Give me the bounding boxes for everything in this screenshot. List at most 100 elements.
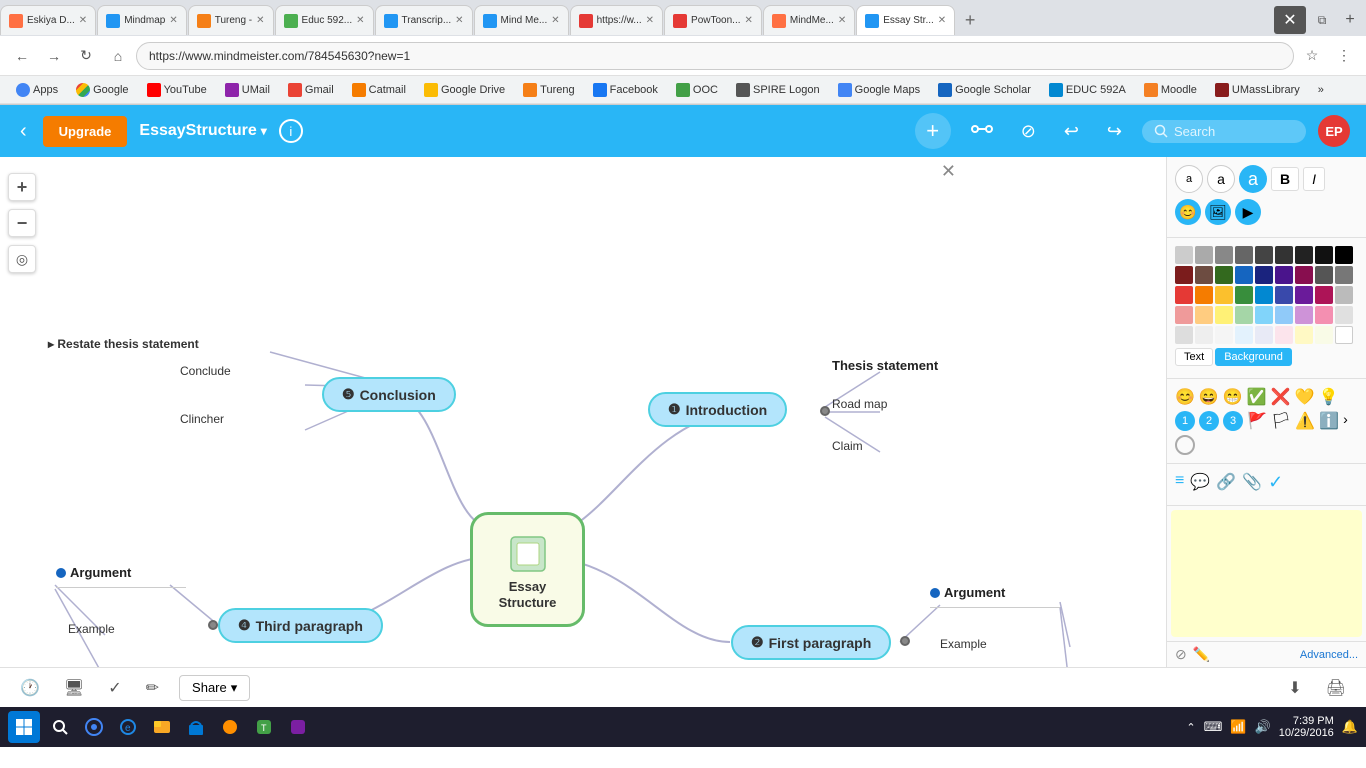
taskbar-search-button[interactable] [46,713,74,741]
color-swatch[interactable] [1275,326,1293,344]
color-swatch[interactable] [1295,266,1313,284]
add-node-button[interactable]: + [915,113,951,149]
emoji-smile[interactable]: 😊 [1175,387,1195,407]
emoji-heart[interactable]: 💛 [1295,387,1315,407]
upgrade-button[interactable]: Upgrade [43,116,128,147]
start-button[interactable] [8,711,40,743]
tray-network[interactable]: 📶 [1230,719,1246,735]
color-swatch[interactable] [1315,326,1333,344]
color-swatch[interactable] [1295,306,1313,324]
emoji-info[interactable]: ℹ️ [1319,411,1339,431]
taskbar-explorer-icon[interactable] [148,713,176,741]
color-swatch[interactable] [1335,326,1353,344]
block-icon[interactable]: ⊘ [1013,117,1044,146]
back-button[interactable]: ← [8,42,36,70]
color-swatch[interactable] [1315,246,1333,264]
emoji-flag[interactable]: 🚩 [1247,411,1267,431]
color-swatch[interactable] [1235,286,1253,304]
background-tab[interactable]: Background [1215,348,1292,366]
color-swatch[interactable] [1275,286,1293,304]
sidebar-back-button[interactable]: ‹ [16,116,31,147]
tray-notification[interactable]: 🔔 [1342,719,1358,735]
color-swatch[interactable] [1335,286,1353,304]
italic-button[interactable]: I [1303,167,1325,191]
note-list-icon[interactable]: ≡ [1175,472,1184,493]
zoom-in-button[interactable]: + [8,173,36,201]
forward-button[interactable]: → [40,42,68,70]
color-swatch[interactable] [1255,266,1273,284]
color-swatch[interactable] [1175,286,1193,304]
color-swatch[interactable] [1215,286,1233,304]
color-swatch[interactable] [1255,306,1273,324]
tab-mindmap[interactable]: Mindmap ✕ [97,5,187,35]
conclusion-node[interactable]: ❺ Conclusion [322,377,456,412]
color-swatch[interactable] [1295,246,1313,264]
color-swatch[interactable] [1295,326,1313,344]
home-button[interactable]: ⌂ [104,42,132,70]
tray-keyboard[interactable]: ⌨ [1204,719,1223,735]
emoji-1[interactable]: 1 [1175,411,1195,431]
app-title[interactable]: EssayStructure ▾ [139,122,266,140]
tab-https[interactable]: https://w... ✕ [570,5,663,35]
bookmark-educ[interactable]: EDUC 592A [1041,81,1134,99]
taskbar-store-icon[interactable] [182,713,210,741]
emoji-bulb[interactable]: 💡 [1319,387,1339,407]
undo-button[interactable]: ↩ [1056,117,1087,146]
tab-mindme2[interactable]: MindMe... ✕ [763,5,855,35]
bookmark-moodle[interactable]: Moodle [1136,81,1205,99]
emoji-empty[interactable] [1175,435,1195,455]
color-swatch[interactable] [1215,266,1233,284]
color-swatch[interactable] [1315,286,1333,304]
info-button[interactable]: i [279,119,303,143]
emoji-2[interactable]: 2 [1199,411,1219,431]
pen-button[interactable]: ✏ [142,674,163,702]
color-swatch[interactable] [1215,326,1233,344]
emoji-3[interactable]: 3 [1223,411,1243,431]
note-check-icon[interactable]: ✓ [1268,472,1283,493]
tray-volume[interactable]: 🔊 [1255,719,1271,735]
reload-button[interactable]: ↻ [72,42,100,70]
third-paragraph-node[interactable]: ❹ Third paragraph [218,608,383,643]
video-icon-btn[interactable]: ▶ [1235,199,1261,225]
bookmark-youtube[interactable]: YouTube [139,81,215,99]
color-swatch[interactable] [1295,286,1313,304]
color-swatch[interactable] [1175,326,1193,344]
delete-note-icon[interactable]: ⊘ [1175,646,1187,663]
bookmark-umail[interactable]: UMail [217,81,278,99]
color-swatch[interactable] [1335,306,1353,324]
emoji-more[interactable]: › [1343,411,1348,431]
tab-mindme[interactable]: Mind Me... ✕ [474,5,569,35]
color-swatch[interactable] [1335,266,1353,284]
menu-button[interactable]: ⋮ [1330,42,1358,70]
redo-button[interactable]: ↪ [1099,117,1130,146]
taskbar-tangerine-icon[interactable] [216,713,244,741]
note-attach-icon[interactable]: 📎 [1242,472,1262,493]
color-swatch[interactable] [1235,326,1253,344]
bookmark-drive[interactable]: Google Drive [416,81,513,99]
address-bar[interactable] [136,42,1294,70]
color-swatch[interactable] [1175,246,1193,264]
add-tab-extra-button[interactable]: + [1338,6,1362,34]
font-small-button[interactable]: a [1175,165,1203,193]
color-swatch[interactable] [1315,306,1333,324]
center-node[interactable]: EssayStructure [470,512,585,627]
search-input[interactable] [1174,124,1294,139]
edit-note-icon[interactable]: ✏️ [1193,646,1210,663]
color-swatch[interactable] [1215,306,1233,324]
color-swatch[interactable] [1195,326,1213,344]
bookmark-ooc[interactable]: OOC [668,81,726,99]
emoji-flag2[interactable]: 🏳 [1271,411,1291,431]
zoom-out-button[interactable]: − [8,209,36,237]
color-swatch[interactable] [1175,306,1193,324]
check-button[interactable]: ✓ [104,674,125,702]
tab-eskiya[interactable]: Eskiya D... ✕ [0,5,96,35]
emoji-grin[interactable]: 😄 [1199,387,1219,407]
restore-window-button[interactable]: ⧉ [1310,6,1334,34]
color-swatch[interactable] [1315,266,1333,284]
color-swatch[interactable] [1275,266,1293,284]
tab-educ[interactable]: Educ 592... ✕ [275,5,374,35]
tab-tureng[interactable]: Tureng - ✕ [188,5,274,35]
color-swatch[interactable] [1235,266,1253,284]
font-large-button[interactable]: a [1239,165,1267,193]
color-swatch[interactable] [1235,306,1253,324]
